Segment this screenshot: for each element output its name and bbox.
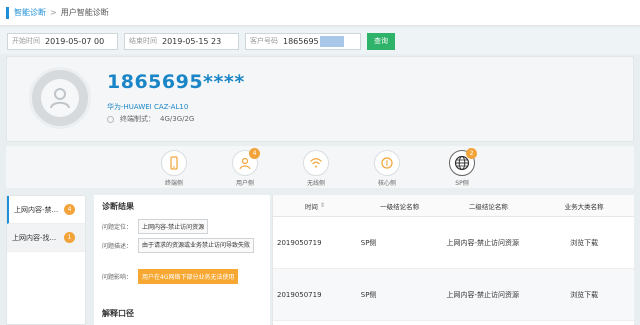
phone-number: 1865695**** [107, 71, 245, 93]
list-item[interactable]: 上网内容-禁... 4 [7, 196, 85, 224]
text-selection-highlight [319, 35, 344, 47]
problem-desc-tag: 由于请求的资源或业务禁止访问导致失败 [138, 238, 254, 253]
column-header-level1: 一级结论名称 [380, 202, 420, 211]
cell-level2: 上网内容-禁止访问资源 [446, 238, 520, 247]
cell-business: 浏览下载 [570, 238, 599, 247]
customer-number-input[interactable]: 1865695 [283, 37, 319, 46]
tab-terminal[interactable]: 终端侧 [154, 150, 194, 187]
problem-list: 上网内容-禁... 4 上网内容-找... 1 [6, 195, 86, 325]
network-mode: 终端制式： 4G/3G/2G [107, 114, 194, 124]
result-table: 时间 ⇕ 一级结论名称 二级结论名称 业务大类名称 2019050719 SP侧… [272, 195, 634, 325]
cell-level2: 上网内容-禁止访问资源 [446, 290, 520, 299]
column-header-business: 业务大类名称 [564, 202, 604, 211]
tab-wireless-label: 无线侧 [306, 180, 325, 187]
list-item-count: 4 [64, 204, 75, 215]
radio-icon [107, 115, 114, 123]
tab-user[interactable]: 4 用户侧 [225, 148, 265, 187]
network-mode-label: 终端制式： [120, 115, 155, 123]
customer-number-label: 客户号码 [250, 37, 278, 45]
diagnosis-dimension-tabs: 终端侧 4 用户侧 无线侧 核心侧 2 SP侧 [6, 146, 634, 188]
sort-icon[interactable]: ⇕ [320, 202, 325, 209]
cell-time: 2019050719 [277, 290, 322, 299]
tab-user-badge: 4 [249, 148, 260, 159]
end-time-value[interactable]: 2019-05-15 23 [162, 37, 221, 46]
problem-desc-row: 问题描述： 由于请求的资源或业务禁止访问导致失败 [102, 238, 254, 253]
breadcrumb-marker [6, 6, 9, 19]
tab-sp[interactable]: 2 SP侧 [442, 148, 482, 187]
list-item-label: 上网内容-禁... [14, 205, 59, 214]
customer-number-field[interactable]: 客户号码 1865695 [245, 32, 361, 50]
table-header: 时间 ⇕ 一级结论名称 二级结论名称 业务大类名称 [273, 195, 634, 217]
terminal-icon [161, 150, 187, 176]
problem-locate-tag: 上网内容-禁止访问资源 [138, 219, 209, 234]
breadcrumb: 智能诊断 > 用户智能诊断 [0, 0, 640, 26]
explain-title: 解释口径 [102, 309, 134, 318]
diagnosis-title: 诊断结果 [102, 202, 134, 211]
problem-impact-row: 问题影响： 用户在4G网络下部分业务无法使用 [102, 269, 239, 284]
start-time-value[interactable]: 2019-05-07 00 [45, 37, 104, 46]
query-button[interactable]: 查询 [367, 32, 395, 50]
table-row: 2019050719 SP侧 上网内容-禁止访问资源 浏览下载 [273, 269, 634, 321]
breadcrumb-parent-link[interactable]: 智能诊断 [14, 7, 46, 18]
start-time-field[interactable]: 开始时间 2019-05-07 00 [7, 32, 118, 50]
problem-locate-label: 问题定位： [102, 224, 133, 231]
diagnosis-panel: 诊断结果 问题定位： 上网内容-禁止访问资源 问题描述： 由于请求的资源或业务禁… [94, 195, 270, 325]
problem-locate-row: 问题定位： 上网内容-禁止访问资源 [102, 219, 209, 234]
cell-time: 2019050719 [277, 238, 322, 247]
problem-impact-tag: 用户在4G网络下部分业务无法使用 [138, 269, 239, 284]
breadcrumb-separator: > [50, 8, 57, 17]
user-profile-card: 1865695**** 华为-HUAWEI CAZ-AL10 终端制式： 4G/… [6, 56, 634, 142]
tab-user-label: 用户侧 [235, 180, 254, 187]
end-time-field[interactable]: 结束时间 2019-05-15 23 [124, 32, 239, 50]
start-time-label: 开始时间 [12, 37, 40, 45]
avatar [29, 67, 91, 129]
tab-wireless[interactable]: 无线侧 [296, 150, 336, 187]
breadcrumb-current: 用户智能诊断 [60, 8, 109, 17]
cell-business: 浏览下载 [570, 290, 599, 299]
end-time-label: 结束时间 [129, 37, 157, 45]
list-item[interactable]: 上网内容-找... 1 [7, 224, 85, 252]
problem-impact-label: 问题影响： [102, 274, 133, 281]
device-model: 华为-HUAWEI CAZ-AL10 [107, 103, 189, 111]
tab-core-label: 核心侧 [377, 180, 396, 187]
table-row: 2019050719 SP侧 上网内容-禁止访问资源 浏览下载 [273, 217, 634, 269]
network-mode-value: 4G/3G/2G [160, 115, 195, 123]
user-silhouette-icon [41, 79, 79, 117]
cell-level1: SP侧 [360, 238, 377, 247]
column-header-time[interactable]: 时间 ⇕ [273, 195, 357, 216]
filter-bar: 开始时间 2019-05-07 00 结束时间 2019-05-15 23 客户… [0, 28, 640, 54]
tab-terminal-label: 终端侧 [164, 180, 183, 187]
wifi-icon [303, 150, 329, 176]
problem-desc-label: 问题描述： [102, 243, 133, 250]
cell-level1: SP侧 [360, 290, 377, 299]
column-header-level2: 二级结论名称 [468, 202, 508, 211]
tab-core[interactable]: 核心侧 [367, 150, 407, 187]
core-icon [374, 150, 400, 176]
list-item-label: 上网内容-找... [12, 233, 57, 242]
tab-sp-label: SP侧 [455, 180, 469, 187]
tab-sp-badge: 2 [466, 148, 477, 159]
column-header-time-label: 时间 [304, 202, 318, 211]
list-item-count: 1 [64, 232, 75, 243]
